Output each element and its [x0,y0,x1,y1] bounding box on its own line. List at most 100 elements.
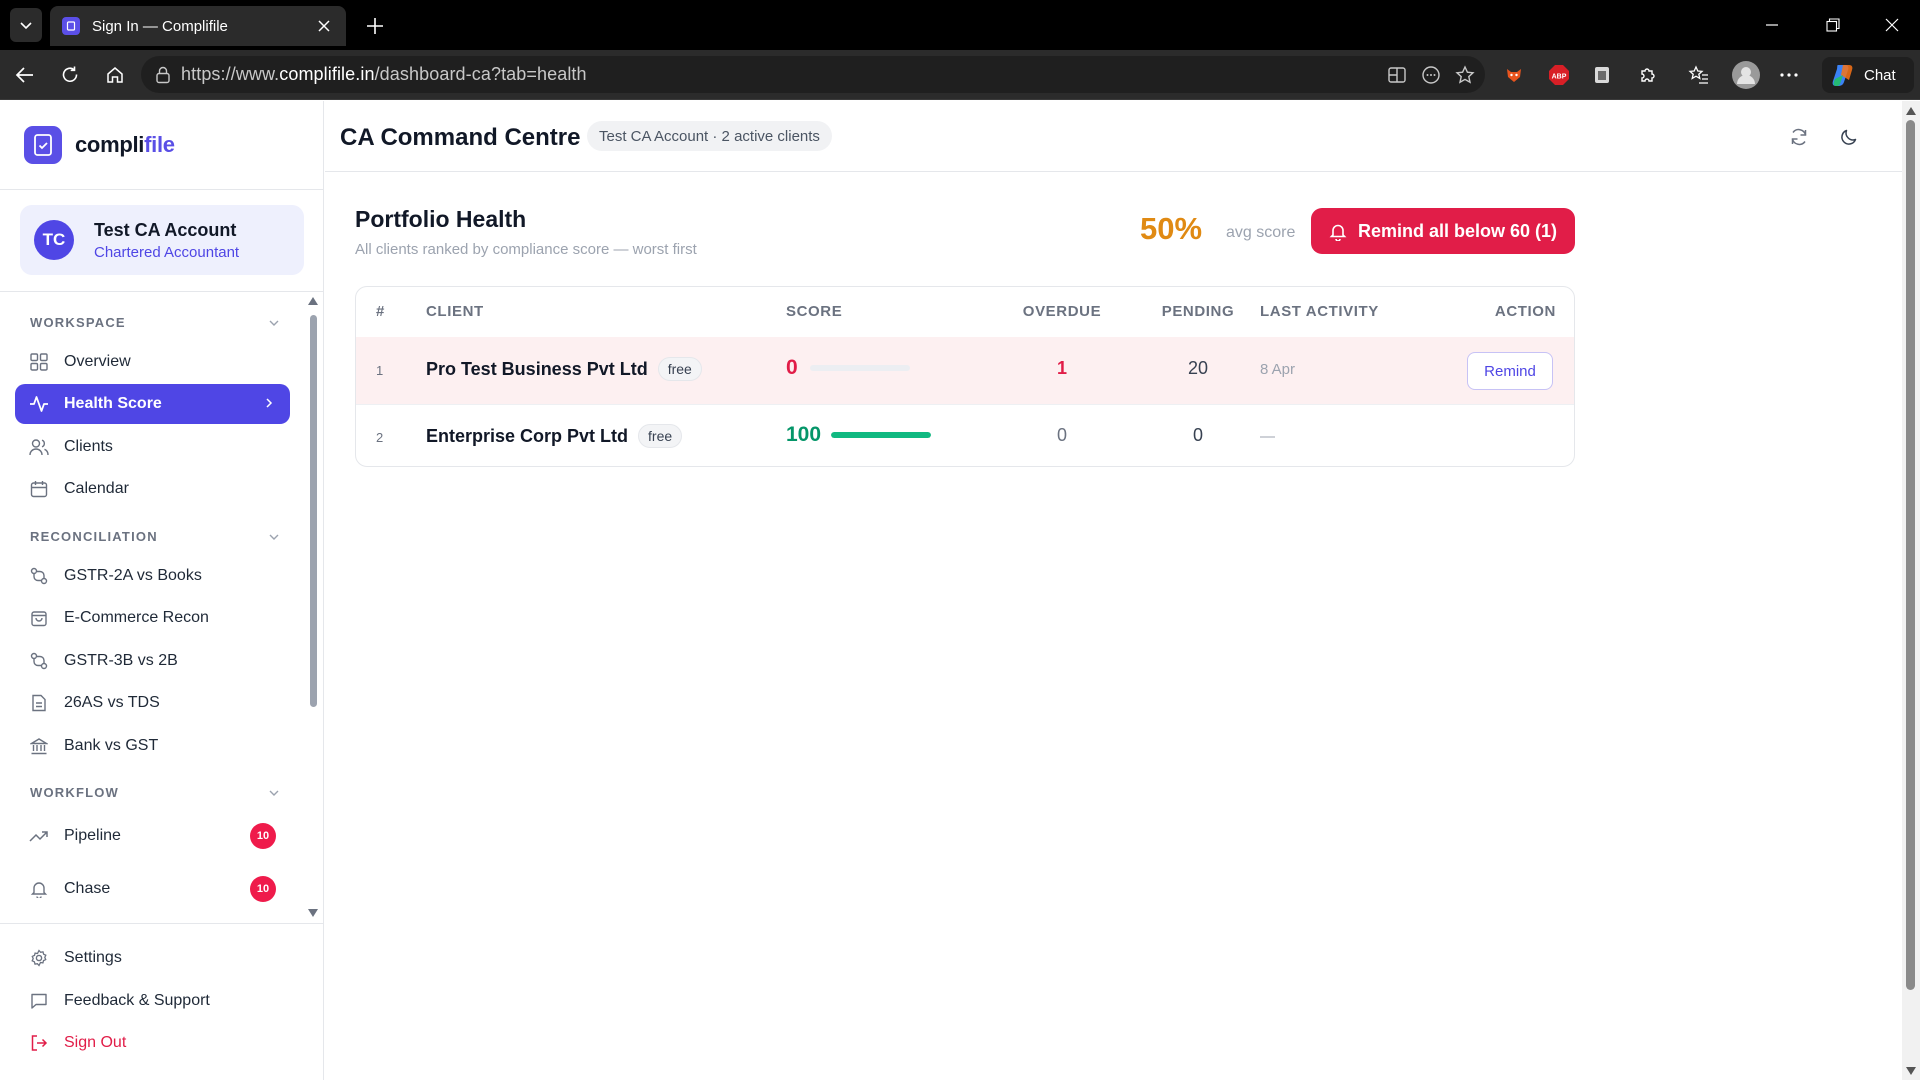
sidebar-item-ecommerce-recon[interactable]: E-Commerce Recon [15,598,290,638]
sidebar-item-calendar[interactable]: Calendar [15,469,290,509]
favorite-star-icon[interactable] [1455,64,1475,85]
git-compare-icon [29,651,49,671]
adblock-label: ABP [1552,74,1567,81]
divider [0,189,324,190]
client-name-cell[interactable]: Enterprise Corp Pvt Ltd free [426,424,683,448]
divider [0,291,324,292]
sidebar-item-label: Settings [64,949,122,966]
extensions-puzzle-icon[interactable] [1634,61,1662,89]
chase-count-badge: 10 [250,876,276,902]
sidebar-item-health-score[interactable]: Health Score [15,384,290,424]
sidebar-item-feedback-support[interactable]: Feedback & Support [15,981,290,1021]
sidebar: complifile TC Test CA Account Chartered … [0,101,324,1080]
column-header-last-activity: LAST ACTIVITY [1260,303,1379,320]
sidebar-item-label: Health Score [64,395,162,412]
sidebar-item-pipeline[interactable]: Pipeline 10 [15,816,290,856]
lock-icon[interactable] [155,66,171,84]
dark-mode-moon-icon[interactable] [1835,123,1863,151]
column-header-score: SCORE [786,303,843,320]
home-icon[interactable] [99,59,131,91]
average-score-label: avg score [1226,224,1296,241]
chevron-down-icon [269,320,279,326]
sidebar-item-clients[interactable]: Clients [15,427,290,467]
address-bar[interactable]: https://www.complifile.in/dashboard-ca?t… [141,56,1485,93]
tab-title: Sign In — Complifile [92,17,228,35]
sidebar-item-label: Feedback & Support [64,992,210,1009]
column-header-pending: PENDING [1161,303,1235,320]
message-square-icon [29,991,49,1011]
main-content: Portfolio Health All clients ranked by c… [325,173,1902,1080]
divider [0,923,324,924]
pending-count: 0 [1192,425,1203,445]
section-header-workspace[interactable]: WORKSPACE [30,315,280,330]
sidebar-item-gstr3b-vs-2b[interactable]: GSTR-3B vs 2B [15,641,290,681]
url-prefix: https://www. [181,64,280,84]
client-health-table: # CLIENT SCORE OVERDUE PENDING LAST ACTI… [355,286,1575,467]
client-name: Enterprise Corp Pvt Ltd [426,425,629,446]
gear-icon [29,948,49,968]
pipeline-count-badge: 10 [250,823,276,849]
client-name-cell[interactable]: Pro Test Business Pvt Ltd free [426,357,702,381]
profile-avatar-icon[interactable] [1730,59,1762,91]
section-label: WORKFLOW [30,785,120,800]
favorites-collection-icon[interactable] [1685,61,1713,89]
sidebar-item-bank-vs-gst[interactable]: Bank vs GST [15,726,290,766]
back-arrow-icon[interactable] [9,59,41,91]
sidebar-item-chase[interactable]: Chase 10 [15,869,290,909]
url-path: /dashboard-ca?tab=health [374,64,587,84]
sidebar-item-overview[interactable]: Overview [15,342,290,382]
scroll-up-arrow-icon[interactable] [1906,107,1916,115]
close-tab-icon[interactable] [314,16,334,36]
url-text[interactable]: https://www.complifile.in/dashboard-ca?t… [181,64,587,85]
close-window-icon[interactable] [1872,10,1912,40]
avatar: TC [34,220,74,260]
scroll-down-arrow-icon[interactable] [1906,1067,1916,1075]
reload-icon[interactable] [54,59,86,91]
client-name: Pro Test Business Pvt Ltd [426,358,648,379]
remind-all-button[interactable]: Remind all below 60 (1) [1311,208,1575,254]
restore-window-icon[interactable] [1813,10,1853,40]
sidebar-item-sign-out[interactable]: Sign Out [15,1023,290,1063]
sidebar-item-settings[interactable]: Settings [15,938,290,978]
app-root: complifile TC Test CA Account Chartered … [0,101,1902,1080]
trending-up-icon [29,826,49,846]
adblock-plus-icon[interactable]: ABP [1545,61,1573,89]
sidebar-item-26as-vs-tds[interactable]: 26AS vs TDS [15,683,290,723]
new-tab-plus-icon[interactable] [362,13,388,39]
refresh-icon[interactable] [1785,123,1813,151]
page-scroll-thumb[interactable] [1906,120,1915,990]
sidebar-item-label: Pipeline [64,827,121,844]
tab-list-chevron-icon[interactable] [10,8,42,42]
section-header-workflow[interactable]: WORKFLOW [30,785,280,800]
sidebar-item-label: GSTR-2A vs Books [64,567,202,584]
score-cell: 100 [786,423,932,447]
plan-badge: free [657,357,702,381]
split-screen-icon[interactable] [1387,65,1407,85]
more-options-icon[interactable] [1775,61,1803,89]
table-row[interactable]: 2 Enterprise Corp Pvt Ltd free 100 0 0 — [356,404,1574,466]
scroll-down-arrow-icon[interactable] [308,909,318,917]
reading-mode-icon[interactable] [1421,65,1441,85]
browser-tabbar: Sign In — Complifile [0,0,1920,50]
brand-logo[interactable]: complifile [24,126,175,164]
user-card[interactable]: TC Test CA Account Chartered Accountant [20,205,304,275]
copilot-chat-button[interactable]: Chat [1822,57,1914,93]
column-header-action: ACTION [1494,303,1556,320]
sidebar-item-gstr2a-vs-books[interactable]: GSTR-2A vs Books [15,556,290,596]
table-row[interactable]: 1 Pro Test Business Pvt Ltd free 0 1 20 … [356,337,1574,404]
sidebar-item-label: Bank vs GST [64,737,159,754]
remind-all-label: Remind all below 60 (1) [1357,220,1558,241]
remind-button[interactable]: Remind [1467,352,1553,390]
score-bar [810,365,910,371]
sidebar-scroll-thumb[interactable] [310,315,317,707]
chevron-down-icon [269,534,279,540]
clipboard-extension-icon[interactable] [1588,61,1616,89]
minimize-window-icon[interactable] [1752,10,1792,40]
fox-extension-icon[interactable] [1500,61,1528,89]
scroll-up-arrow-icon[interactable] [308,297,318,305]
grid-icon [29,352,49,372]
log-out-icon [29,1033,49,1053]
page-title: CA Command Centre [340,124,581,151]
browser-tab-active[interactable]: Sign In — Complifile [50,6,346,46]
section-header-reconciliation[interactable]: RECONCILIATION [30,529,280,544]
